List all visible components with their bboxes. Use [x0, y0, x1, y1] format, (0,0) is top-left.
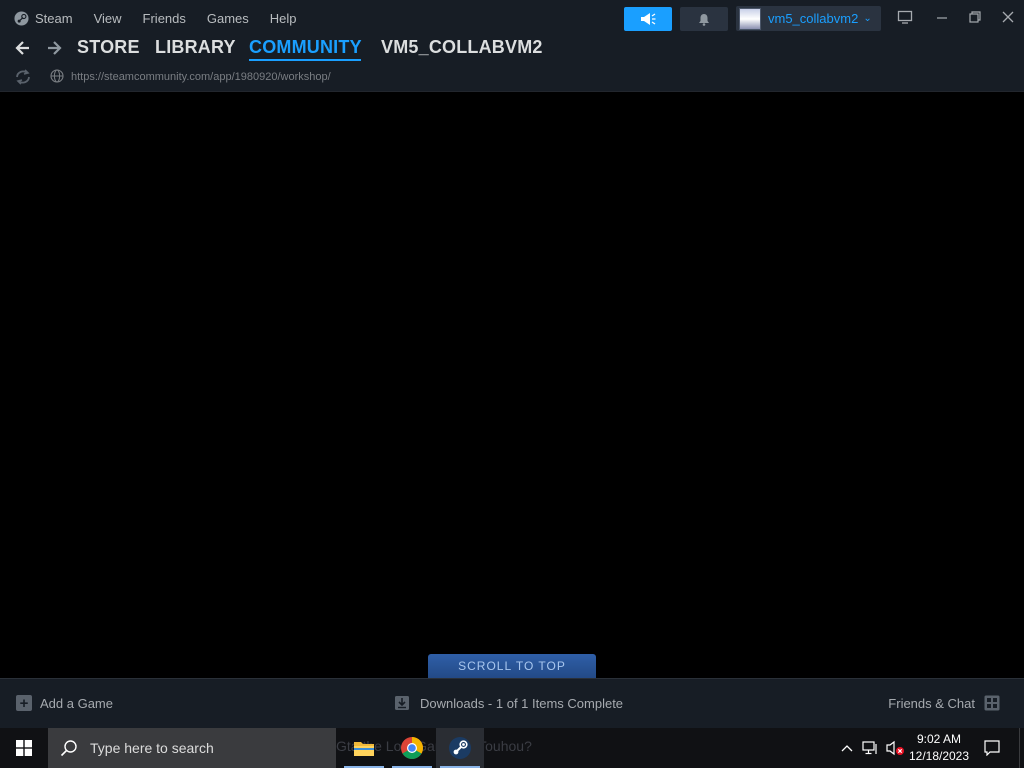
- menu-steam-label: Steam: [35, 10, 73, 26]
- file-explorer-icon: [354, 742, 374, 756]
- menu-games[interactable]: Games: [207, 11, 249, 26]
- account-name: vm5_collabvm2: [768, 11, 859, 26]
- menu-help[interactable]: Help: [270, 11, 297, 26]
- avatar: [739, 7, 761, 30]
- menu-bar: Steam View Friends Games Help: [14, 0, 318, 36]
- add-game-button[interactable]: + Add a Game: [16, 695, 113, 711]
- clock-date: 12/18/2023: [908, 749, 970, 763]
- chevron-up-icon: [841, 745, 853, 752]
- taskbar-chrome[interactable]: [388, 728, 436, 768]
- network-icon: [862, 741, 877, 755]
- steam-window: Steam View Friends Games Help vm5_collab…: [0, 0, 1024, 728]
- chevron-down-icon: ⌄: [863, 13, 872, 24]
- title-bar: Steam View Friends Games Help vm5_collab…: [0, 0, 1024, 36]
- action-center-button[interactable]: [980, 728, 1004, 768]
- restore-icon: [969, 11, 981, 23]
- plus-icon: +: [16, 695, 32, 711]
- tab-store[interactable]: STORE: [77, 37, 140, 58]
- search-placeholder: Type here to search: [90, 740, 214, 756]
- taskbar-search-box[interactable]: Type here to search: [48, 728, 336, 768]
- globe-icon: [50, 69, 64, 83]
- steam-logo-icon: [14, 10, 29, 26]
- clock-time: 9:02 AM: [916, 732, 962, 746]
- forward-button[interactable]: [45, 38, 65, 58]
- scroll-to-top-button[interactable]: SCROLL TO TOP: [428, 654, 596, 678]
- taskbar-steam[interactable]: [436, 728, 484, 768]
- big-picture-button[interactable]: [896, 8, 914, 26]
- menu-steam[interactable]: Steam: [14, 11, 73, 26]
- add-game-label: Add a Game: [40, 695, 113, 711]
- monitor-icon: [897, 10, 913, 24]
- notifications-button[interactable]: [680, 7, 728, 31]
- network-tray-button[interactable]: [861, 728, 881, 768]
- taskbar-clock[interactable]: 9:02 AM 12/18/2023: [906, 731, 972, 765]
- megaphone-icon: [641, 13, 656, 25]
- announcements-button[interactable]: [624, 7, 672, 31]
- tab-community[interactable]: COMMUNITY: [249, 37, 362, 58]
- maximize-button[interactable]: [966, 8, 984, 26]
- notification-icon: [984, 740, 1000, 756]
- close-button[interactable]: [999, 8, 1017, 26]
- volume-muted-icon: [886, 740, 904, 756]
- tab-profile[interactable]: VM5_COLLABVM2: [381, 37, 543, 58]
- tab-library[interactable]: LIBRARY: [155, 37, 236, 58]
- minimize-icon: [937, 17, 947, 19]
- back-arrow-icon: [15, 41, 29, 55]
- web-content-area: SCROLL TO TOP: [0, 92, 1024, 678]
- show-hidden-icons-button[interactable]: [838, 728, 856, 768]
- account-menu-button[interactable]: vm5_collabvm2 ⌄: [736, 6, 881, 31]
- bottom-bar: + Add a Game Downloads - 1 of 1 Items Co…: [0, 678, 1024, 728]
- downloads-label: Downloads - 1 of 1 Items Complete: [420, 695, 624, 711]
- show-desktop-button[interactable]: [1019, 728, 1024, 768]
- friends-grid-icon: [984, 695, 1000, 711]
- navigation-bar: STORE LIBRARY COMMUNITY VM5_COLLABVM2 ht…: [0, 36, 1024, 92]
- downloads-button[interactable]: Downloads - 1 of 1 Items Complete: [394, 695, 623, 711]
- volume-tray-button[interactable]: [884, 728, 906, 768]
- url-bar[interactable]: https://steamcommunity.com/app/1980920/w…: [71, 71, 331, 83]
- windows-logo-icon: [16, 740, 32, 756]
- menu-friends[interactable]: Friends: [143, 11, 186, 26]
- close-icon: [1002, 11, 1014, 23]
- menu-view[interactable]: View: [94, 11, 122, 26]
- steam-icon: [449, 737, 471, 759]
- minimize-button[interactable]: [933, 8, 951, 26]
- chrome-icon: [401, 737, 423, 759]
- download-icon: [395, 696, 409, 710]
- windows-taskbar: Type here to search Gta the Lost Game fo…: [0, 728, 1024, 768]
- back-button[interactable]: [12, 38, 32, 58]
- friends-chat-label: Friends & Chat: [888, 695, 975, 711]
- search-icon: [60, 740, 77, 757]
- reload-icon[interactable]: [14, 69, 32, 85]
- forward-arrow-icon: [48, 41, 62, 55]
- friends-chat-button[interactable]: Friends & Chat: [888, 695, 1000, 711]
- taskbar-file-explorer[interactable]: [340, 728, 388, 768]
- active-tab-underline: [249, 59, 361, 61]
- start-button[interactable]: [0, 728, 48, 768]
- bell-icon: [699, 13, 709, 26]
